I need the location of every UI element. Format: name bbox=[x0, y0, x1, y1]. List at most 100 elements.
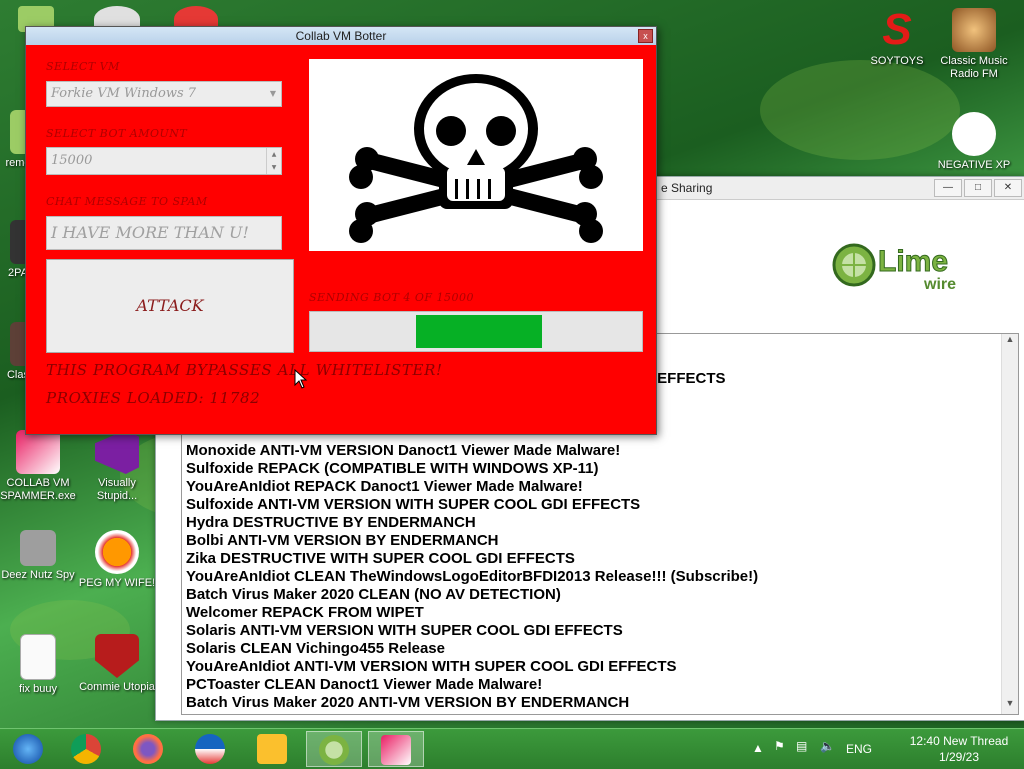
list-item[interactable]: Sulfoxide ANTI-VM VERSION WITH SUPER COO… bbox=[186, 496, 758, 514]
deez-nutz-spy-icon bbox=[20, 530, 56, 566]
list-item[interactable]: Solaris CLEAN Vichingo455 Release bbox=[186, 640, 758, 658]
list-item[interactable]: YouAreAnIdiot CLEAN TheWindowsLogoEditor… bbox=[186, 568, 758, 586]
collab-vm-spammer-icon bbox=[16, 430, 60, 474]
limewire-logo: Lime wire bbox=[828, 237, 998, 293]
vm-select-value: Forkie VM Windows 7 bbox=[51, 86, 197, 101]
vm-select[interactable]: Forkie VM Windows 7 ▼ bbox=[46, 81, 282, 107]
taskbar: ▲ ⚑ ▤ 🔈 ENG 12:40 New Thread 1/29/23 bbox=[0, 728, 1024, 769]
list-item[interactable]: Hydra DESTRUCTIVE BY ENDERMANCH bbox=[186, 514, 758, 532]
desktop-icon-deez-nutz-spy[interactable]: Deez Nutz Spy bbox=[0, 530, 78, 582]
start-orb-icon bbox=[13, 734, 43, 764]
skull-image bbox=[309, 59, 643, 251]
clock[interactable]: 12:40 New Thread 1/29/23 bbox=[904, 733, 1014, 765]
stepper-arrows[interactable]: ▲ ▼ bbox=[266, 148, 281, 174]
desktop-icon-label: Classic Music Radio FM bbox=[940, 55, 1008, 80]
collab-vm-spammer-taskbar-icon bbox=[381, 735, 411, 765]
desktop-icon-peg-my-wife[interactable]: PEG MY WIFE! bbox=[77, 530, 157, 590]
desktop-icon-soytoys[interactable]: S SOYTOYS bbox=[857, 8, 937, 68]
taskbar-file-explorer[interactable] bbox=[244, 731, 300, 767]
bypass-text: THIS PROGRAM BYPASSES ALL WHITELISTER! bbox=[46, 361, 443, 379]
desktop-icon-classic-music-radio[interactable]: Classic Music Radio FM bbox=[934, 8, 1014, 81]
file-explorer-icon bbox=[257, 734, 287, 764]
limewire-logo-sub: wire bbox=[923, 276, 956, 293]
limewire-title: e Sharing bbox=[661, 181, 713, 195]
taskbar-obama[interactable] bbox=[182, 731, 238, 767]
close-button[interactable]: x bbox=[638, 29, 653, 43]
classic-music-radio-icon bbox=[952, 8, 996, 52]
progress-fill bbox=[416, 315, 542, 348]
commie-utopia-icon bbox=[95, 634, 139, 678]
taskbar-chrome[interactable] bbox=[58, 731, 114, 767]
collab-vm-botter-window[interactable]: Collab VM Botter x SELECT VM Forkie VM W… bbox=[25, 26, 657, 435]
fix-buuy-icon bbox=[20, 634, 56, 680]
desktop-icon-label: Deez Nutz Spy bbox=[1, 569, 75, 581]
action-center-flag-icon[interactable]: ⚑ bbox=[774, 739, 785, 753]
list-item[interactable]: Welcomer REPACK FROM WIPET bbox=[186, 604, 758, 622]
desktop-icon-collab-vm-spammer[interactable]: COLLAB VM SPAMMER.exe bbox=[0, 430, 78, 503]
clock-date: 1/29/23 bbox=[938, 750, 980, 764]
bot-titlebar[interactable]: Collab VM Botter x bbox=[26, 27, 656, 45]
proxies-loaded-text: PROXIES LOADED: 11782 bbox=[46, 389, 261, 407]
soytoys-icon: S bbox=[882, 5, 912, 54]
negative-xp-icon bbox=[952, 112, 996, 156]
mouse-cursor-icon bbox=[294, 369, 308, 389]
taskbar-limewire[interactable] bbox=[306, 731, 362, 767]
minimize-button[interactable]: — bbox=[934, 179, 962, 197]
close-button[interactable]: ✕ bbox=[994, 179, 1022, 197]
network-icon[interactable]: ▤ bbox=[796, 739, 807, 753]
scroll-up-arrow[interactable]: ▲ bbox=[1002, 334, 1018, 350]
bot-title: Collab VM Botter bbox=[295, 29, 387, 43]
desktop-icon-label: Visually Stupid... bbox=[96, 477, 138, 502]
list-item[interactable]: YouAreAnIdiot REPACK Danoct1 Viewer Made… bbox=[186, 478, 758, 496]
obama-icon bbox=[195, 734, 225, 764]
scroll-down-arrow[interactable]: ▼ bbox=[1002, 698, 1018, 714]
chevron-down-icon: ▼ bbox=[269, 89, 276, 98]
scrollbar[interactable]: ▲ ▼ bbox=[1001, 334, 1018, 714]
firefox-icon bbox=[133, 734, 163, 764]
progress-bar bbox=[309, 311, 643, 352]
taskbar-collab-vm-spammer[interactable] bbox=[368, 731, 424, 767]
desktop-icon-label: Commie Utopia bbox=[79, 681, 155, 693]
list-item[interactable]: YouAreAnIdiot ANTI-VM VERSION WITH SUPER… bbox=[186, 658, 758, 676]
desktop-icon-negative-xp[interactable]: NEGATIVE XP bbox=[934, 112, 1014, 172]
list-item[interactable]: PCToaster CLEAN Danoct1 Viewer Made Malw… bbox=[186, 676, 758, 694]
select-vm-label: SELECT VM bbox=[46, 60, 120, 73]
show-hidden-icons-icon[interactable]: ▲ bbox=[752, 741, 764, 755]
taskbar-firefox[interactable] bbox=[120, 731, 176, 767]
list-item[interactable]: Batch Virus Maker 2020 ANTI-VM VERSION B… bbox=[186, 694, 758, 712]
list-item[interactable]: Zika DESTRUCTIVE WITH SUPER COOL GDI EFF… bbox=[186, 550, 758, 568]
desktop-icon-commie-utopia[interactable]: Commie Utopia bbox=[77, 634, 157, 694]
limewire-taskbar-icon bbox=[319, 735, 349, 765]
maximize-button[interactable]: □ bbox=[964, 179, 992, 197]
chrome-icon bbox=[71, 734, 101, 764]
list-item[interactable]: Batch Virus Maker 2020 CLEAN (NO AV DETE… bbox=[186, 586, 758, 604]
list-item[interactable]: Solaris ANTI-VM VERSION WITH SUPER COOL … bbox=[186, 622, 758, 640]
chat-message-value: I HAVE MORE THAN U! bbox=[51, 223, 249, 242]
skull-and-crossbones-icon bbox=[349, 74, 603, 243]
start-button[interactable] bbox=[0, 731, 56, 767]
clock-time: 12:40 New Thread bbox=[909, 734, 1009, 748]
bot-amount-stepper[interactable]: 15000 ▲ ▼ bbox=[46, 147, 282, 175]
list-item[interactable]: Bolbi ANTI-VM VERSION BY ENDERMANCH bbox=[186, 532, 758, 550]
limewire-logo-text: Lime bbox=[878, 245, 948, 278]
desktop-icon-label: fix buuy bbox=[19, 683, 57, 695]
volume-icon[interactable]: 🔈 bbox=[820, 739, 835, 753]
language-indicator[interactable]: ENG bbox=[846, 742, 872, 756]
desktop-icon-fix-buuy[interactable]: fix buuy bbox=[0, 634, 78, 696]
desktop-icon-visual-studio[interactable]: Visually Stupid... bbox=[77, 430, 157, 503]
desktop-icon-label: COLLAB VM SPAMMER.exe bbox=[0, 477, 76, 502]
chat-message-label: CHAT MESSAGE TO SPAM bbox=[46, 195, 208, 208]
peg-my-wife-icon bbox=[95, 530, 139, 574]
bot-amount-value: 15000 bbox=[51, 153, 93, 168]
chat-message-input[interactable]: I HAVE MORE THAN U! bbox=[46, 216, 282, 250]
list-item[interactable]: Monoxide ANTI-VM VERSION Danoct1 Viewer … bbox=[186, 442, 758, 460]
attack-button[interactable]: ATTACK bbox=[46, 259, 294, 353]
desktop-icon-label: PEG MY WIFE! bbox=[78, 577, 156, 589]
visual-studio-icon bbox=[95, 430, 139, 474]
desktop-icon-label: NEGATIVE XP bbox=[937, 159, 1011, 171]
list-item[interactable]: Sulfoxide REPACK (COMPATIBLE WITH WINDOW… bbox=[186, 460, 758, 478]
system-tray: ▲ ⚑ ▤ 🔈 ENG 12:40 New Thread 1/29/23 bbox=[744, 729, 1014, 769]
desktop-icon-label: SOYTOYS bbox=[870, 55, 924, 67]
bot-amount-label: SELECT BOT AMOUNT bbox=[46, 127, 188, 140]
sending-status: SENDING BOT 4 OF 15000 bbox=[309, 291, 475, 304]
